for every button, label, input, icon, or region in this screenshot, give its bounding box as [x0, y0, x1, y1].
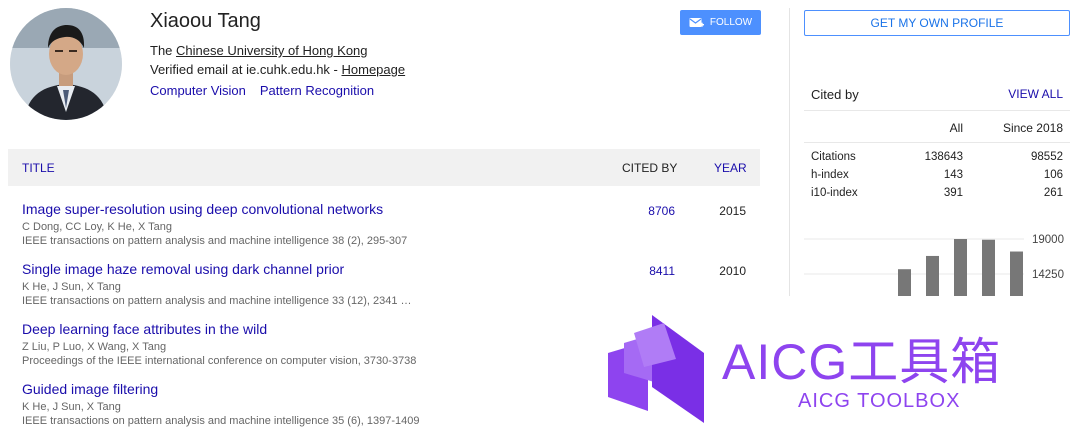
- profile-name: Xiaoou Tang: [150, 10, 261, 32]
- article-year: 2015: [719, 204, 746, 218]
- affiliation-link[interactable]: Chinese University of Hong Kong: [176, 43, 368, 58]
- get-my-own-profile-button[interactable]: GET MY OWN PROFILE: [804, 10, 1070, 36]
- article-authors: K He, J Sun, X Tang: [22, 401, 121, 413]
- article-cited-by[interactable]: 8706: [648, 204, 675, 218]
- article-venue: Proceedings of the IEEE international co…: [22, 355, 417, 367]
- aicg-logo-icon: [608, 315, 704, 423]
- article-title[interactable]: Deep learning face attributes in the wil…: [22, 321, 267, 337]
- article-venue: IEEE transactions on pattern analysis an…: [22, 295, 412, 307]
- stat-since: 261: [1043, 187, 1063, 199]
- stat-all: 143: [943, 169, 963, 181]
- citations-bar-chart: 19000 14250: [804, 234, 1064, 296]
- article-venue: IEEE transactions on pattern analysis an…: [22, 235, 408, 247]
- stats-column-since: Since 2018: [1002, 121, 1063, 135]
- verified-email-text: Verified email at ie.cuhk.edu.hk -: [150, 62, 342, 77]
- stats-column-all: All: [949, 121, 963, 135]
- sort-by-year[interactable]: YEAR: [714, 161, 747, 175]
- article-authors: Z Liu, P Luo, X Wang, X Tang: [22, 341, 167, 353]
- envelope-plus-icon: [689, 17, 704, 27]
- article-year: 2010: [719, 264, 746, 278]
- cited-by-header[interactable]: CITED BY: [622, 161, 677, 175]
- stat-label: Citations: [811, 151, 856, 163]
- column-divider: [789, 8, 790, 296]
- stats-row-h-index: h-index 143 106: [811, 169, 1063, 187]
- affiliation-prefix: The: [150, 43, 177, 58]
- article-title[interactable]: Single image haze removal using dark cha…: [22, 261, 344, 277]
- stat-since: 98552: [1031, 151, 1063, 163]
- profile-photo: [10, 8, 122, 120]
- divider: [804, 142, 1070, 143]
- citation-bar[interactable]: [1010, 251, 1023, 296]
- article-cited-by[interactable]: 8411: [649, 264, 675, 278]
- article-venue: IEEE transactions on pattern analysis an…: [22, 415, 420, 427]
- article-title[interactable]: Image super-resolution using deep convol…: [22, 201, 383, 217]
- article-title[interactable]: Guided image filtering: [22, 381, 158, 397]
- view-all-link[interactable]: VIEW ALL: [1008, 87, 1063, 101]
- articles-table-header: TITLE CITED BY YEAR: [8, 149, 760, 186]
- ytick-label: 14250: [1032, 269, 1064, 281]
- profile-affiliation: The Chinese University of Hong Kong: [150, 43, 368, 58]
- stats-row-citations: Citations 138643 98552: [811, 151, 1063, 169]
- stat-label: h-index: [811, 169, 849, 181]
- citation-bar[interactable]: [954, 239, 967, 296]
- stat-since: 106: [1043, 169, 1063, 181]
- article-authors: K He, J Sun, X Tang: [22, 281, 121, 293]
- research-interests: Computer Vision Pattern Recognition: [150, 83, 388, 98]
- stat-all: 138643: [924, 151, 963, 163]
- homepage-link[interactable]: Homepage: [342, 62, 406, 77]
- profile-email: Verified email at ie.cuhk.edu.hk - Homep…: [150, 62, 405, 77]
- interest-pattern-recognition[interactable]: Pattern Recognition: [260, 83, 374, 98]
- watermark-brand-cn: AICG工具箱: [722, 334, 1002, 390]
- stats-row-i10-index: i10-index 391 261: [811, 187, 1063, 205]
- follow-label: FOLLOW: [709, 17, 753, 28]
- divider: [804, 110, 1070, 111]
- citation-bar[interactable]: [898, 269, 911, 296]
- cited-by-title: Cited by: [811, 87, 859, 102]
- stat-all: 391: [943, 187, 963, 199]
- article-authors: C Dong, CC Loy, K He, X Tang: [22, 221, 172, 233]
- citation-bar[interactable]: [982, 239, 995, 296]
- article-row: Single image haze removal using dark cha…: [22, 261, 760, 317]
- sort-by-title[interactable]: TITLE: [22, 161, 55, 175]
- person-photo-icon: [10, 8, 122, 120]
- follow-button[interactable]: FOLLOW: [680, 10, 761, 35]
- citation-bar[interactable]: [926, 255, 939, 296]
- watermark-brand-en: AICG TOOLBOX: [798, 390, 961, 412]
- interest-computer-vision[interactable]: Computer Vision: [150, 83, 246, 98]
- article-row: Image super-resolution using deep convol…: [22, 201, 760, 257]
- ytick-label: 19000: [1032, 234, 1064, 246]
- stat-label: i10-index: [811, 187, 858, 199]
